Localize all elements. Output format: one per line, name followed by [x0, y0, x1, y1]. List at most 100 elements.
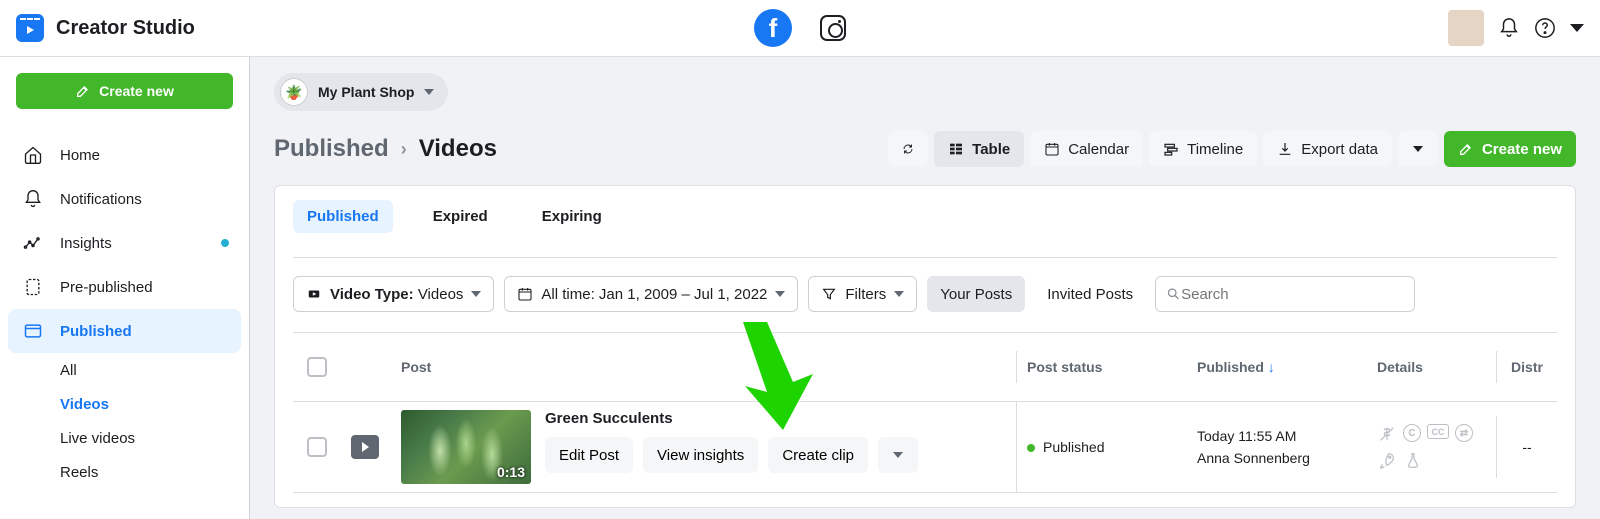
subnav-all[interactable]: All: [60, 353, 241, 387]
creator-studio-logo-icon: [16, 14, 44, 42]
compose-icon: [75, 83, 91, 99]
invited-posts-chip[interactable]: Invited Posts: [1035, 276, 1145, 312]
bell-icon[interactable]: [1498, 17, 1520, 39]
sidebar-item-label: Home: [60, 147, 100, 164]
sidebar-item-insights[interactable]: Insights: [8, 221, 241, 265]
sidebar-item-home[interactable]: Home: [8, 133, 241, 177]
published-cell: Today 11:55 AM Anna Sonnenberg: [1187, 420, 1367, 474]
copyright-c-icon: C: [1403, 424, 1421, 442]
breadcrumb-parent[interactable]: Published: [274, 135, 389, 163]
money-off-icon: [1377, 424, 1397, 444]
date-range-filter[interactable]: All time: Jan 1, 2009 – Jul 1, 2022: [504, 276, 798, 312]
calendar-icon: [517, 286, 533, 302]
chevron-down-icon: [775, 291, 785, 297]
post-cell: 0:13 Green Succulents Edit Post View ins…: [401, 410, 1006, 484]
breadcrumb: Published › Videos: [274, 135, 497, 163]
filters-row: Video Type: Videos All time: Jan 1, 2009…: [293, 257, 1557, 312]
subnav-live-videos[interactable]: Live videos: [60, 421, 241, 455]
funnel-icon: [821, 286, 837, 302]
flask-icon: [1403, 450, 1423, 470]
create-new-label: Create new: [99, 83, 174, 99]
search-input[interactable]: [1181, 286, 1404, 303]
search-box[interactable]: [1155, 276, 1415, 312]
sidebar-item-label: Insights: [60, 235, 112, 252]
view-insights-button[interactable]: View insights: [643, 437, 758, 473]
post-title[interactable]: Green Succulents: [545, 410, 918, 427]
select-all-checkbox[interactable]: [307, 357, 327, 377]
status-dot-icon: [1027, 444, 1035, 452]
create-new-button[interactable]: Create new: [16, 73, 233, 109]
new-indicator-dot: [221, 239, 229, 247]
distribution-cell: --: [1497, 431, 1557, 463]
view-calendar-button[interactable]: Calendar: [1030, 131, 1143, 167]
play-thumbnail-icon[interactable]: [351, 435, 379, 459]
sort-arrow-icon: ↓: [1268, 359, 1275, 375]
account-caret-icon[interactable]: [1570, 24, 1584, 32]
avatar[interactable]: [1448, 10, 1484, 46]
content-card: Published Expired Expiring Video Type: V…: [274, 185, 1576, 508]
post-status-cell: Published: [1017, 431, 1187, 463]
top-header: Creator Studio f: [0, 0, 1600, 57]
sidebar-item-label: Pre-published: [60, 279, 153, 296]
compose-icon: [1458, 141, 1474, 157]
subnav-videos[interactable]: Videos: [60, 387, 241, 421]
refresh-button[interactable]: [888, 131, 928, 167]
video-thumbnail[interactable]: 0:13: [401, 410, 531, 484]
create-new-toolbar-button[interactable]: Create new: [1444, 131, 1576, 167]
view-timeline-button[interactable]: Timeline: [1149, 131, 1257, 167]
logo-area: Creator Studio: [16, 14, 195, 42]
instagram-icon[interactable]: [820, 15, 846, 41]
edit-post-button[interactable]: Edit Post: [545, 437, 633, 473]
sidebar-item-prepublished[interactable]: Pre-published: [8, 265, 241, 309]
sidebar-item-label: Published: [60, 323, 132, 340]
breadcrumb-row: Published › Videos Table Calendar: [274, 131, 1576, 167]
status-tabs: Published Expired Expiring: [293, 200, 1557, 233]
published-icon: [22, 321, 44, 341]
view-table-button[interactable]: Table: [934, 131, 1024, 167]
bell-icon: [22, 189, 44, 209]
view-toolbar: Table Calendar Timeline Export data: [888, 131, 1576, 167]
document-icon: [22, 277, 44, 297]
tab-expiring[interactable]: Expiring: [528, 200, 616, 233]
sidebar-item-published[interactable]: Published: [8, 309, 241, 353]
subnav-reels[interactable]: Reels: [60, 455, 241, 489]
insights-icon: [22, 233, 44, 253]
sidebar-item-notifications[interactable]: Notifications: [8, 177, 241, 221]
chevron-down-icon: [1413, 146, 1423, 152]
help-icon[interactable]: [1534, 17, 1556, 39]
your-posts-chip[interactable]: Your Posts: [927, 276, 1025, 312]
col-published[interactable]: Published ↓: [1187, 351, 1367, 383]
calendar-icon: [1044, 141, 1060, 157]
page-selector[interactable]: 🪴 My Plant Shop: [274, 73, 448, 111]
video-type-filter[interactable]: Video Type: Videos: [293, 276, 494, 312]
cc-icon: CC: [1427, 424, 1449, 439]
rocket-icon: [1377, 450, 1397, 470]
row-checkbox[interactable]: [307, 437, 327, 457]
videos-table: Post Post status Published ↓ Details Dis…: [293, 332, 1557, 493]
page-avatar-icon: 🪴: [280, 78, 308, 106]
chevron-down-icon: [894, 291, 904, 297]
export-icon: [1277, 141, 1293, 157]
app-title: Creator Studio: [56, 17, 195, 40]
toolbar-caret-button[interactable]: [1398, 131, 1438, 167]
platform-switcher: f: [754, 9, 846, 47]
col-details[interactable]: Details: [1367, 351, 1497, 383]
filters-button[interactable]: Filters: [808, 276, 917, 312]
breadcrumb-current: Videos: [419, 135, 497, 163]
table-row: 0:13 Green Succulents Edit Post View ins…: [293, 402, 1557, 493]
tab-expired[interactable]: Expired: [419, 200, 502, 233]
main-content: 🪴 My Plant Shop Published › Videos Table: [250, 57, 1600, 519]
export-data-button[interactable]: Export data: [1263, 131, 1392, 167]
col-post[interactable]: Post: [391, 351, 1017, 383]
tab-published[interactable]: Published: [293, 200, 393, 233]
header-right: [1448, 10, 1584, 46]
crosspost-icon: ⇄: [1455, 424, 1473, 442]
video-icon: [306, 287, 322, 301]
details-cell: C CC ⇄: [1367, 416, 1497, 478]
facebook-icon[interactable]: f: [754, 9, 792, 47]
col-distr[interactable]: Distr: [1497, 351, 1557, 383]
create-clip-button[interactable]: Create clip: [768, 437, 868, 473]
col-status[interactable]: Post status: [1017, 351, 1187, 383]
search-icon: [1166, 286, 1181, 302]
more-actions-button[interactable]: [878, 437, 918, 473]
